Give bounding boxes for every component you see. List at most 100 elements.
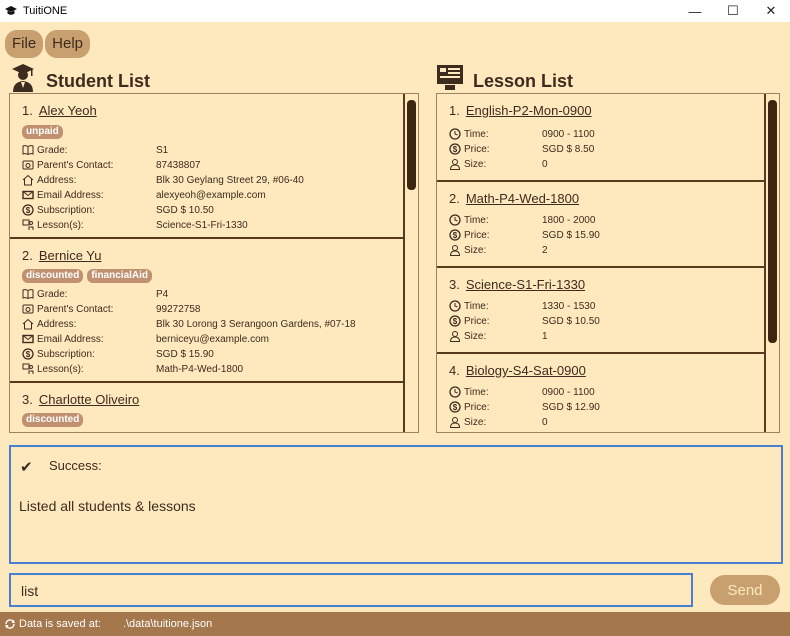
field-label: Price:: [464, 143, 490, 155]
lesson-index: 1.: [449, 103, 460, 118]
minimize-button[interactable]: —: [676, 0, 714, 22]
student-scrollbar[interactable]: [407, 96, 416, 430]
student-card[interactable]: 1. Alex Yeoh unpaid Grade: S1 Parent's Co…: [10, 94, 405, 239]
field-label: Size:: [464, 416, 487, 428]
field-value: S1: [156, 144, 169, 156]
lesson-index: 2.: [449, 191, 460, 206]
student-name: Charlotte Oliveiro: [38, 392, 140, 407]
lesson-scrollbar[interactable]: [768, 96, 777, 430]
result-display: ✔ Success: Listed all students & lessons: [9, 445, 783, 564]
field-label: Parent's Contact:: [37, 303, 114, 315]
save-path: .\data\tuitione.json: [122, 618, 213, 630]
student-heading: 2. Bernice Yu: [22, 248, 101, 263]
student-name: Alex Yeoh: [38, 103, 97, 118]
field-lessons: Lesson(s): Math-P4-Wed-1800: [22, 362, 243, 376]
mail-icon: [22, 190, 34, 200]
field-label: Lesson(s):: [37, 219, 84, 231]
lesson-heading: 1. English-P2-Mon-0900: [449, 103, 592, 118]
field-value: 87438807: [156, 159, 201, 171]
command-text: list: [21, 583, 39, 599]
field-label: Grade:: [37, 288, 68, 300]
student-card[interactable]: 2. Bernice Yu discounted financialAid Gra…: [10, 239, 405, 383]
status-label: Data is saved at:: [19, 618, 101, 630]
lesson-board-icon: [437, 65, 463, 90]
clock-icon: [449, 128, 461, 140]
person-icon: [449, 331, 461, 342]
field-value: SGD $ 15.90: [542, 229, 600, 241]
lesson-card[interactable]: 4. Biology-S4-Sat-0900 Time: 0900 - 1100 …: [437, 354, 766, 432]
field-label: Address:: [37, 174, 77, 186]
field-time: Time: 1800 - 2000: [449, 213, 595, 227]
field-label: Size:: [464, 158, 487, 170]
student-heading: 1. Alex Yeoh: [22, 103, 97, 118]
field-grade: Grade: P4: [22, 287, 168, 301]
field-label: Time:: [464, 214, 489, 226]
person-icon: [449, 159, 461, 170]
lesson-name: Biology-S4-Sat-0900: [465, 363, 586, 378]
field-value: SGD $ 15.90: [156, 348, 214, 360]
field-label: Parent's Contact:: [37, 159, 114, 171]
field-price: $ Price: SGD $ 10.50: [449, 314, 600, 328]
field-address: Address: Blk 30 Geylang Street 29, #06-4…: [22, 173, 304, 187]
svg-text:$: $: [453, 145, 458, 154]
lesson-card[interactable]: 3. Science-S1-Fri-1330 Time: 1330 - 1530 …: [437, 268, 766, 354]
field-subscription: $ Subscription: SGD $ 10.50: [22, 203, 214, 217]
field-label: Size:: [464, 330, 487, 342]
tag-discounted: discounted: [22, 269, 84, 283]
field-label: Address:: [37, 318, 77, 330]
student-list-title: Student List: [46, 71, 150, 91]
lesson-heading: 4. Biology-S4-Sat-0900: [449, 363, 586, 378]
svg-text:$: $: [26, 206, 31, 215]
app-window: File Help Student List Lesson List 1. Ale…: [0, 22, 790, 612]
tag-list: unpaid: [22, 125, 63, 139]
field-value: 1330 - 1530: [542, 300, 596, 312]
dollar-icon: $: [449, 315, 461, 327]
lesson-list[interactable]: 1. English-P2-Mon-0900 Time: 0900 - 1100 …: [436, 93, 780, 433]
svg-text:$: $: [26, 350, 31, 359]
field-value: P4: [156, 288, 169, 300]
student-card[interactable]: 3. Charlotte Oliveiro discounted: [10, 383, 405, 432]
svg-text:$: $: [453, 231, 458, 240]
lesson-card[interactable]: 2. Math-P4-Wed-1800 Time: 1800 - 2000 $ P…: [437, 182, 766, 268]
phone-icon: [22, 304, 34, 314]
field-label: Price:: [464, 229, 490, 241]
scroll-thumb[interactable]: [407, 100, 416, 190]
field-value: 0900 - 1100: [542, 128, 595, 140]
title-bar: TuitiONE — ☐ ✕: [0, 0, 790, 22]
send-button[interactable]: Send: [710, 575, 780, 605]
svg-text:$: $: [453, 317, 458, 326]
field-value: Science-S1-Fri-1330: [156, 219, 248, 231]
home-icon: [22, 318, 34, 330]
dollar-icon: $: [449, 401, 461, 413]
field-address: Address: Blk 30 Lorong 3 Serangoon Garde…: [22, 317, 356, 331]
lesson-icon: [22, 363, 34, 374]
menu-file[interactable]: File: [5, 30, 44, 58]
dollar-icon: $: [22, 204, 34, 216]
student-list[interactable]: 1. Alex Yeoh unpaid Grade: S1 Parent's Co…: [9, 93, 419, 433]
book-icon: [22, 145, 34, 156]
home-icon: [22, 174, 34, 186]
field-email: Email Address: alexyeoh@example.com: [22, 188, 266, 202]
tag-unpaid: unpaid: [22, 125, 63, 139]
field-value: Math-P4-Wed-1800: [156, 363, 244, 375]
field-value: SGD $ 10.50: [542, 315, 600, 327]
menu-help[interactable]: Help: [45, 30, 91, 58]
field-time: Time: 0900 - 1100: [449, 385, 595, 399]
close-button[interactable]: ✕: [752, 0, 790, 22]
maximize-button[interactable]: ☐: [714, 0, 752, 22]
lesson-card[interactable]: 1. English-P2-Mon-0900 Time: 0900 - 1100 …: [437, 94, 766, 182]
field-email: Email Address: berniceyu@example.com: [22, 332, 269, 346]
field-value: 1800 - 2000: [542, 214, 596, 226]
lesson-name: Science-S1-Fri-1330: [465, 277, 586, 292]
book-icon: [22, 289, 34, 300]
field-value: berniceyu@example.com: [156, 333, 269, 345]
command-input[interactable]: list: [9, 573, 693, 607]
lesson-list-title: Lesson List: [473, 71, 574, 91]
dollar-icon: $: [449, 229, 461, 241]
tag-financial-aid: financialAid: [87, 269, 153, 283]
field-grade: Grade: S1: [22, 143, 168, 157]
lesson-icon: [22, 219, 34, 230]
clock-icon: [449, 300, 461, 312]
lesson-index: 4.: [449, 363, 460, 378]
scroll-thumb[interactable]: [768, 100, 777, 343]
